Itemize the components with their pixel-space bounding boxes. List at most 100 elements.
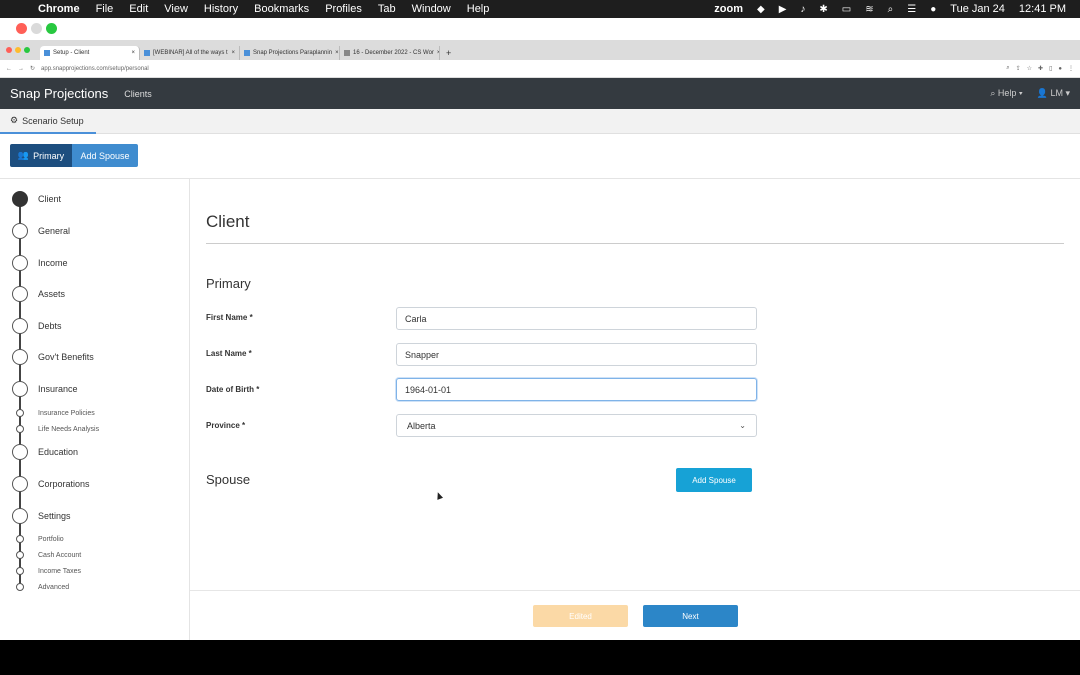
bluetooth-icon[interactable]: ✱ (819, 4, 827, 15)
spotlight-icon[interactable]: ⌕ (888, 4, 894, 15)
caret-down-icon: ▾ (1065, 88, 1070, 98)
menu-tab[interactable]: Tab (378, 3, 396, 15)
close-window-button[interactable] (16, 23, 27, 34)
substep-label: Income Taxes (38, 567, 82, 575)
help-menu[interactable]: ⌕ Help ▾ (990, 88, 1022, 99)
substep-dot (16, 535, 24, 543)
menu-window[interactable]: Window (412, 3, 451, 15)
url-field[interactable]: app.snapprojections.com/setup/personal (41, 66, 1000, 72)
extensions-icon[interactable]: ✚ (1038, 65, 1043, 72)
next-button[interactable]: Next (643, 605, 738, 627)
close-tab-icon[interactable]: × (228, 50, 235, 56)
back-icon[interactable]: ← (6, 66, 12, 72)
add-spouse-tab-button[interactable]: Add Spouse (72, 144, 138, 167)
step-dot (12, 255, 28, 271)
menu-view[interactable]: View (164, 3, 188, 15)
step-corporations[interactable]: Corporations (12, 475, 172, 493)
menu-help[interactable]: Help (467, 3, 490, 15)
substep-cash-account[interactable]: Cash Account (16, 550, 81, 560)
province-select[interactable]: Alberta ⌄ (396, 414, 757, 437)
menu-bookmarks[interactable]: Bookmarks (254, 3, 309, 15)
user-menu[interactable]: 👤 LM ▾ (1037, 88, 1070, 99)
primary-button[interactable]: 👥 Primary (10, 144, 72, 167)
close-tab-icon[interactable]: × (128, 50, 135, 56)
share-icon[interactable]: ⇪ (1016, 65, 1021, 72)
close-tab-icon[interactable]: × (332, 50, 339, 56)
zoom-window-button[interactable] (46, 23, 57, 34)
substep-income-taxes[interactable]: Income Taxes (16, 566, 81, 576)
step-assets[interactable]: Assets (12, 285, 172, 303)
bookmark-star-icon[interactable]: ☆ (1027, 65, 1032, 72)
navbar-right: ⌕ Help ▾ 👤 LM ▾ (990, 88, 1070, 99)
step-dot (12, 349, 28, 365)
menu-app[interactable]: Chrome (38, 3, 80, 15)
last-name-input[interactable] (396, 343, 757, 366)
profile-icon[interactable]: ● (1058, 66, 1062, 72)
sub-nav: ⚙ Scenario Setup (0, 109, 1080, 134)
substep-portfolio[interactable]: Portfolio (16, 534, 64, 544)
substep-life-needs-analysis[interactable]: Life Needs Analysis (16, 424, 99, 434)
step-govt-benefits[interactable]: Gov't Benefits (12, 348, 172, 366)
primary-label: Primary (33, 150, 65, 161)
siri-icon[interactable]: ● (930, 4, 936, 15)
battery-icon[interactable]: ▭ (842, 4, 851, 15)
brand-logo[interactable]: Snap Projections (10, 86, 108, 101)
tab-label: 16 - December 2022 - CS Wor (353, 50, 434, 56)
reload-icon[interactable]: ↻ (30, 65, 35, 72)
search-icon: ⌕ (990, 88, 996, 98)
sidepanel-icon[interactable]: ▯ (1049, 65, 1052, 72)
add-spouse-button[interactable]: Add Spouse (676, 468, 752, 492)
menu-file[interactable]: File (96, 3, 114, 15)
zoom-lens-icon[interactable]: ⌕ (1006, 65, 1009, 72)
new-tab-button[interactable]: + (440, 48, 457, 60)
volume-icon[interactable]: ♪ (800, 4, 805, 15)
zoom-status[interactable]: zoom (714, 3, 743, 15)
first-name-label: First Name * (206, 313, 253, 322)
step-income[interactable]: Income (12, 254, 172, 272)
substep-label: Life Needs Analysis (38, 425, 100, 433)
macos-menubar: Chrome File Edit View History Bookmarks … (0, 0, 1080, 18)
first-name-input[interactable] (396, 307, 757, 330)
step-label: Income (38, 258, 68, 268)
tab-scenario-setup[interactable]: ⚙ Scenario Setup (0, 109, 96, 134)
step-debts[interactable]: Debts (12, 317, 172, 335)
substep-advanced[interactable]: Advanced (16, 582, 69, 592)
edited-button[interactable]: Edited (533, 605, 628, 627)
menu-profiles[interactable]: Profiles (325, 3, 362, 15)
substep-insurance-policies[interactable]: Insurance Policies (16, 408, 95, 418)
chrome-tab-webinar[interactable]: [WEBINAR] All of the ways t × (140, 46, 240, 60)
step-label: Gov't Benefits (38, 352, 94, 362)
chrome-tab-paraplanning[interactable]: Snap Projections Paraplannin × (240, 46, 340, 60)
chrome-close-dot[interactable] (6, 47, 12, 53)
chrome-tab-december[interactable]: 16 - December 2022 - CS Wor × (340, 46, 440, 60)
control-center-icon[interactable]: ☰ (907, 4, 916, 15)
chrome-min-dot[interactable] (15, 47, 21, 53)
step-client[interactable]: Client (12, 190, 172, 208)
nav-clients[interactable]: Clients (124, 89, 152, 99)
chrome-menu-icon[interactable]: ⋮ (1068, 65, 1074, 72)
forward-icon[interactable]: → (18, 66, 24, 72)
step-education[interactable]: Education (12, 443, 172, 461)
app-navbar: Snap Projections Clients ⌕ Help ▾ 👤 LM ▾ (0, 78, 1080, 109)
substep-dot (16, 425, 24, 433)
step-insurance[interactable]: Insurance (12, 380, 172, 398)
chrome-max-dot[interactable] (24, 47, 30, 53)
step-settings[interactable]: Settings (12, 507, 172, 525)
chevron-down-icon: ⌄ (739, 421, 746, 430)
step-label: Settings (38, 511, 71, 521)
chrome-tab-setup[interactable]: Setup - Client × (40, 46, 140, 60)
menu-history[interactable]: History (204, 3, 238, 15)
dropbox-icon[interactable]: ◆ (757, 4, 765, 15)
step-dot (12, 444, 28, 460)
step-general[interactable]: General (12, 222, 172, 240)
province-value: Alberta (407, 420, 436, 431)
favicon-icon (244, 50, 250, 56)
user-initials: LM (1050, 88, 1063, 98)
dob-label: Date of Birth * (206, 385, 260, 394)
minimize-window-button[interactable] (31, 23, 42, 34)
dob-input[interactable] (396, 378, 757, 401)
menu-edit[interactable]: Edit (129, 3, 148, 15)
wifi-icon[interactable]: ≋ (865, 4, 873, 15)
user-icon: 👤 (1036, 88, 1048, 98)
play-icon[interactable]: ▶ (779, 4, 787, 15)
